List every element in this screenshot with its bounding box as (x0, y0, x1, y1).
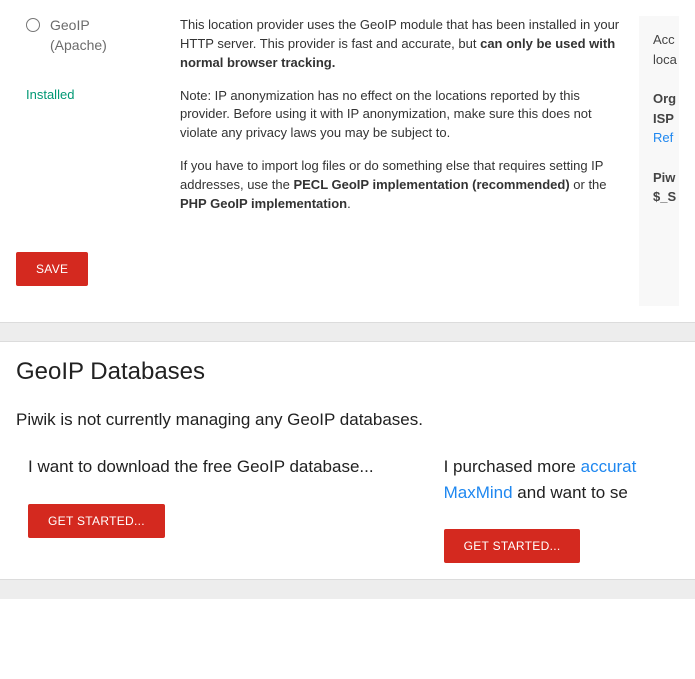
location-provider-card: GeoIP (Apache) Installed This location p… (0, 0, 695, 322)
provider-row: GeoIP (Apache) Installed This location p… (16, 16, 629, 228)
side-text: Piw (653, 168, 679, 188)
save-button[interactable]: SAVE (16, 252, 88, 286)
geoip-db-status: Piwik is not currently managing any GeoI… (16, 410, 679, 430)
col-text: I purchased more (444, 457, 581, 476)
side-text: $_S (653, 187, 679, 207)
provider-name-line1: GeoIP (50, 16, 107, 36)
geoip-databases-card: GeoIP Databases Piwik is not currently m… (0, 342, 695, 579)
col-text: and want to se (513, 483, 628, 502)
maxmind-link[interactable]: MaxMind (444, 483, 513, 502)
geoip-db-options: I want to download the free GeoIP databa… (16, 454, 679, 563)
side-text: Acc (653, 30, 679, 50)
desc-bold: PECL GeoIP implementation (recommended) (293, 177, 569, 192)
provider-section: GeoIP (Apache) Installed This location p… (16, 16, 679, 306)
info-side-panel: Acc loca Org ISP Ref Piw $_S (639, 16, 679, 306)
download-free-title: I want to download the free GeoIP databa… (28, 454, 374, 480)
purchased-title: I purchased more accurat MaxMind and wan… (444, 454, 637, 505)
desc-paragraph-2: Note: IP anonymization has no effect on … (180, 87, 629, 144)
desc-paragraph-1: This location provider uses the GeoIP mo… (180, 16, 629, 73)
section-separator (0, 322, 695, 342)
side-text: loca (653, 50, 679, 70)
installed-badge: Installed (26, 87, 166, 102)
save-button-wrapper: SAVE (16, 252, 629, 286)
desc-text: . (347, 196, 351, 211)
radio-wrapper (16, 16, 40, 35)
geoip-db-title: GeoIP Databases (16, 358, 679, 386)
get-started-purchased-button[interactable]: GET STARTED... (444, 529, 581, 563)
side-block-3: Piw $_S (653, 168, 679, 207)
desc-bold: PHP GeoIP implementation (180, 196, 347, 211)
get-started-free-button[interactable]: GET STARTED... (28, 504, 165, 538)
side-text: ISP (653, 109, 679, 129)
side-text: Org (653, 89, 679, 109)
section-separator (0, 579, 695, 599)
provider-main: GeoIP (Apache) Installed This location p… (16, 16, 629, 306)
side-block-1: Acc loca (653, 30, 679, 69)
side-link[interactable]: Ref (653, 128, 679, 148)
desc-paragraph-3: If you have to import log files or do so… (180, 157, 629, 214)
side-block-2: Org ISP Ref (653, 89, 679, 148)
provider-selector: GeoIP (Apache) (16, 16, 166, 55)
provider-description: This location provider uses the GeoIP mo… (180, 16, 629, 228)
download-free-column: I want to download the free GeoIP databa… (16, 454, 374, 563)
desc-text: or the (570, 177, 607, 192)
provider-name-line2: (Apache) (50, 36, 107, 56)
purchased-column: I purchased more accurat MaxMind and wan… (444, 454, 637, 563)
provider-name: GeoIP (Apache) (50, 16, 107, 55)
provider-radio-geoip-apache[interactable] (26, 18, 40, 32)
accurate-link[interactable]: accurat (581, 457, 637, 476)
